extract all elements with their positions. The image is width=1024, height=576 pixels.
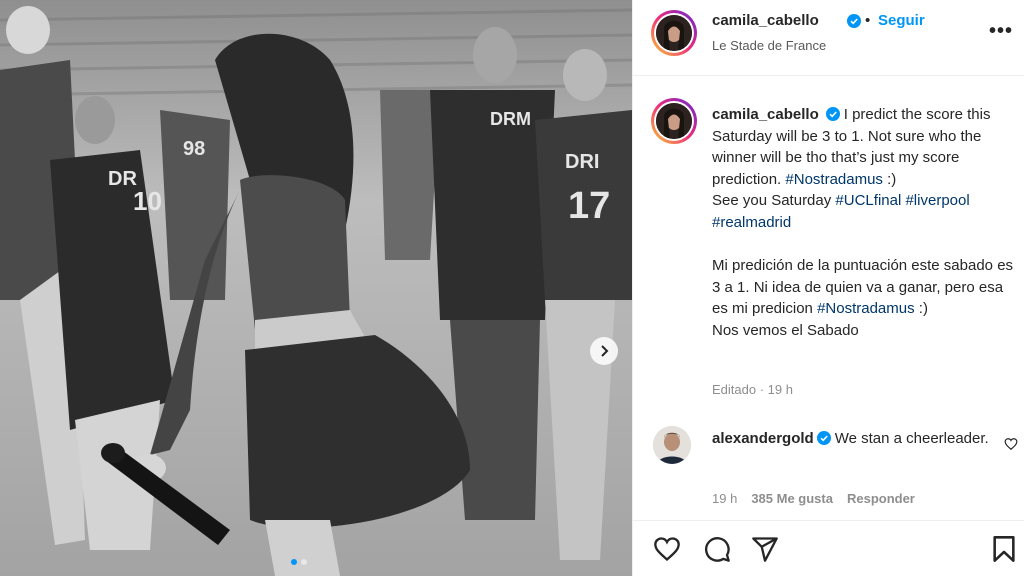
reply-button[interactable]: Responder <box>847 491 915 506</box>
comment-likes[interactable]: 385 Me gusta <box>751 491 833 506</box>
caption-line: See you Saturday #UCLfinal #liverpool #r… <box>712 190 1017 233</box>
jersey-number: 10 <box>133 186 162 216</box>
post-sidebar: camila_cabello • Seguir Le Stade de Fran… <box>632 0 1024 576</box>
avatar-photo <box>656 15 692 51</box>
carousel-dot-active <box>291 559 297 565</box>
comment-body: alexandergold We stan a cheerleader. <box>712 428 992 450</box>
heart-icon[interactable] <box>653 535 681 563</box>
comment-like-heart-icon[interactable] <box>1004 437 1018 451</box>
post-location[interactable]: Le Stade de France <box>712 38 826 53</box>
caption-paragraph-es: Mi predición de la puntuación este sabad… <box>712 255 1017 320</box>
hashtag-link[interactable]: #liverpool <box>905 192 969 209</box>
verified-badge-icon <box>825 107 840 121</box>
action-bar <box>633 520 1024 576</box>
share-icon[interactable] <box>751 535 779 563</box>
comment-icon[interactable] <box>703 535 731 563</box>
avatar-photo <box>653 426 691 464</box>
caption-text: Nos vemos el Sabado <box>712 321 859 339</box>
header-separator: • <box>865 12 871 29</box>
verified-badge-icon <box>847 14 861 28</box>
commenter-username[interactable]: alexandergold <box>712 430 814 447</box>
hashtag-link[interactable]: #realmadrid <box>712 214 791 231</box>
commenter-avatar[interactable] <box>653 426 691 464</box>
more-options-icon[interactable]: ••• <box>989 20 1013 43</box>
hashtag-link[interactable]: #Nostradamus <box>785 171 883 188</box>
caption-paragraph-en: camila_cabello I predict the score this S… <box>712 104 1017 190</box>
jersey-number: 98 <box>183 138 205 160</box>
caption-username[interactable]: camila_cabello <box>712 106 819 123</box>
carousel-next-button[interactable] <box>590 337 618 365</box>
author-username[interactable]: camila_cabello <box>712 12 819 29</box>
caption-avatar[interactable] <box>651 98 697 144</box>
comment-meta: 19 h 385 Me gusta Responder <box>712 491 915 506</box>
caption-text: :) <box>887 170 897 188</box>
comment-text: We stan a cheerleader. <box>834 430 989 447</box>
author-avatar[interactable] <box>651 10 697 56</box>
hashtag-link[interactable]: #UCLfinal <box>835 192 901 209</box>
follow-button[interactable]: Seguir <box>878 12 925 29</box>
hashtag-link[interactable]: #Nostradamus <box>817 300 915 317</box>
jersey-number: 17 <box>568 185 610 227</box>
jersey-label: DRI <box>565 151 599 173</box>
avatar-photo <box>656 103 692 139</box>
chevron-right-icon <box>601 345 609 357</box>
carousel-dots <box>291 559 307 565</box>
carousel-dot <box>301 559 307 565</box>
bookmark-icon[interactable] <box>991 535 1017 563</box>
post-caption: camila_cabello I predict the score this S… <box>712 104 1017 342</box>
edited-timestamp[interactable]: Editado · 19 h <box>712 382 793 397</box>
post-header: camila_cabello • Seguir Le Stade de Fran… <box>633 0 1024 76</box>
verified-badge-icon <box>816 431 831 445</box>
caption-text: See you Saturday <box>712 192 832 210</box>
comment-time[interactable]: 19 h <box>712 491 737 506</box>
post-photo[interactable]: 98 DRI 17 DR 10 DRM <box>0 0 632 576</box>
caption-text: :) <box>918 300 928 318</box>
jersey-label: DRM <box>490 109 531 129</box>
photo-illustration: 98 DRI 17 DR 10 DRM <box>0 0 632 576</box>
